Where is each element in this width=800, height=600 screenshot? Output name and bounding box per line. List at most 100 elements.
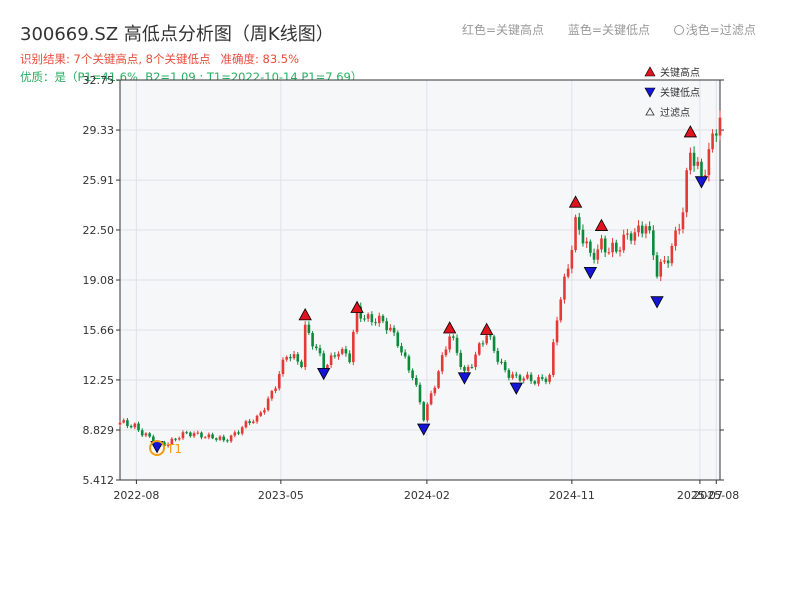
candle-body xyxy=(226,440,229,442)
candle-body xyxy=(329,355,333,366)
candle-body xyxy=(122,420,126,423)
candle-body xyxy=(644,226,648,234)
candle-body xyxy=(266,398,270,411)
candle-body xyxy=(203,437,207,439)
candle-body xyxy=(318,348,322,354)
candle-body xyxy=(452,336,455,338)
candle-body xyxy=(492,336,496,351)
y-tick-label: 22.50 xyxy=(83,224,115,237)
candle-body xyxy=(692,152,696,166)
candle-body xyxy=(585,241,588,244)
candle-body xyxy=(489,335,492,337)
y-tick-label: 19.08 xyxy=(83,274,115,287)
candle-body xyxy=(352,331,355,363)
candle-body xyxy=(340,349,344,354)
candle-body xyxy=(511,374,514,378)
candle-body xyxy=(540,377,544,379)
candle-body xyxy=(685,170,688,213)
candle-body xyxy=(607,252,611,254)
candle-body xyxy=(177,438,181,440)
candle-body xyxy=(148,433,151,437)
candle-body xyxy=(448,336,451,350)
candle-body xyxy=(696,161,700,166)
candle-body xyxy=(229,435,233,442)
candle-body xyxy=(311,332,314,347)
candle-body xyxy=(322,353,326,371)
candle-body xyxy=(185,432,188,434)
candle-body xyxy=(259,412,263,416)
candle-body xyxy=(237,432,240,434)
candle-body xyxy=(652,230,655,256)
x-tick-label: 2022-08 xyxy=(113,489,159,502)
candle-body xyxy=(296,354,300,362)
candle-body xyxy=(611,242,614,253)
candle-body xyxy=(255,415,259,422)
candle-body xyxy=(137,423,140,431)
candle-body xyxy=(629,233,633,241)
candle-body xyxy=(222,436,226,441)
candle-body xyxy=(596,249,600,260)
candle-body xyxy=(637,225,640,233)
candle-body xyxy=(396,332,400,347)
candle-body xyxy=(577,217,581,230)
candle-body xyxy=(366,314,370,319)
candle-body xyxy=(411,370,414,379)
y-tick-label: 25.91 xyxy=(83,174,115,187)
candle-body xyxy=(552,342,555,375)
candle-body xyxy=(363,318,366,320)
candle-body xyxy=(333,355,337,357)
candle-body xyxy=(574,217,577,251)
candle-body xyxy=(626,233,629,235)
candle-body xyxy=(374,322,377,324)
candle-body xyxy=(207,434,211,438)
candle-body xyxy=(307,324,311,333)
candle-body xyxy=(618,250,622,252)
candle-body xyxy=(600,238,603,250)
candle-body xyxy=(566,268,570,277)
candle-body xyxy=(537,377,540,384)
candle-body xyxy=(407,356,411,371)
candle-body xyxy=(344,349,348,354)
candle-body xyxy=(514,374,518,376)
candle-body xyxy=(118,422,122,425)
x-tick-label: 2023-05 xyxy=(258,489,304,502)
candle-body xyxy=(707,149,711,176)
candle-body xyxy=(518,375,522,381)
candle-body xyxy=(474,354,477,368)
candle-body xyxy=(470,366,474,368)
candle-body xyxy=(144,433,148,436)
candle-body xyxy=(459,352,463,368)
candle-body xyxy=(666,260,670,264)
x-tick-label: 2025-08 xyxy=(693,489,739,502)
candle-body xyxy=(603,238,607,253)
candle-body xyxy=(422,402,426,421)
candle-body xyxy=(403,352,407,357)
t1-label: T1 xyxy=(166,442,182,456)
candle-body xyxy=(181,432,185,439)
candle-body xyxy=(455,337,459,353)
candle-body xyxy=(274,388,277,392)
candle-body xyxy=(437,371,440,388)
candle-body xyxy=(400,346,403,353)
candle-body xyxy=(640,225,644,234)
candle-body xyxy=(529,374,533,382)
candle-body xyxy=(218,436,222,440)
candle-body xyxy=(314,346,318,349)
candle-body xyxy=(174,438,177,440)
candle-body xyxy=(263,410,266,413)
y-tick-label: 12.25 xyxy=(83,374,115,387)
candle-body xyxy=(522,378,526,381)
candle-body xyxy=(200,432,203,438)
candle-body xyxy=(300,361,303,368)
y-tick-label: 32.75 xyxy=(83,74,115,87)
candle-body xyxy=(211,434,214,439)
candle-body xyxy=(281,359,285,375)
candle-body xyxy=(381,315,385,322)
candle-body xyxy=(500,361,503,363)
candle-body xyxy=(677,229,681,231)
legend-label: 关键高点 xyxy=(660,66,700,79)
candlestick-chart: 5.412 8.829 12.25 15.66 19.08 22.50 25.91 29.33… xyxy=(83,66,740,502)
candle-body xyxy=(440,355,444,372)
candle-body xyxy=(414,378,418,385)
candle-body xyxy=(589,241,592,253)
